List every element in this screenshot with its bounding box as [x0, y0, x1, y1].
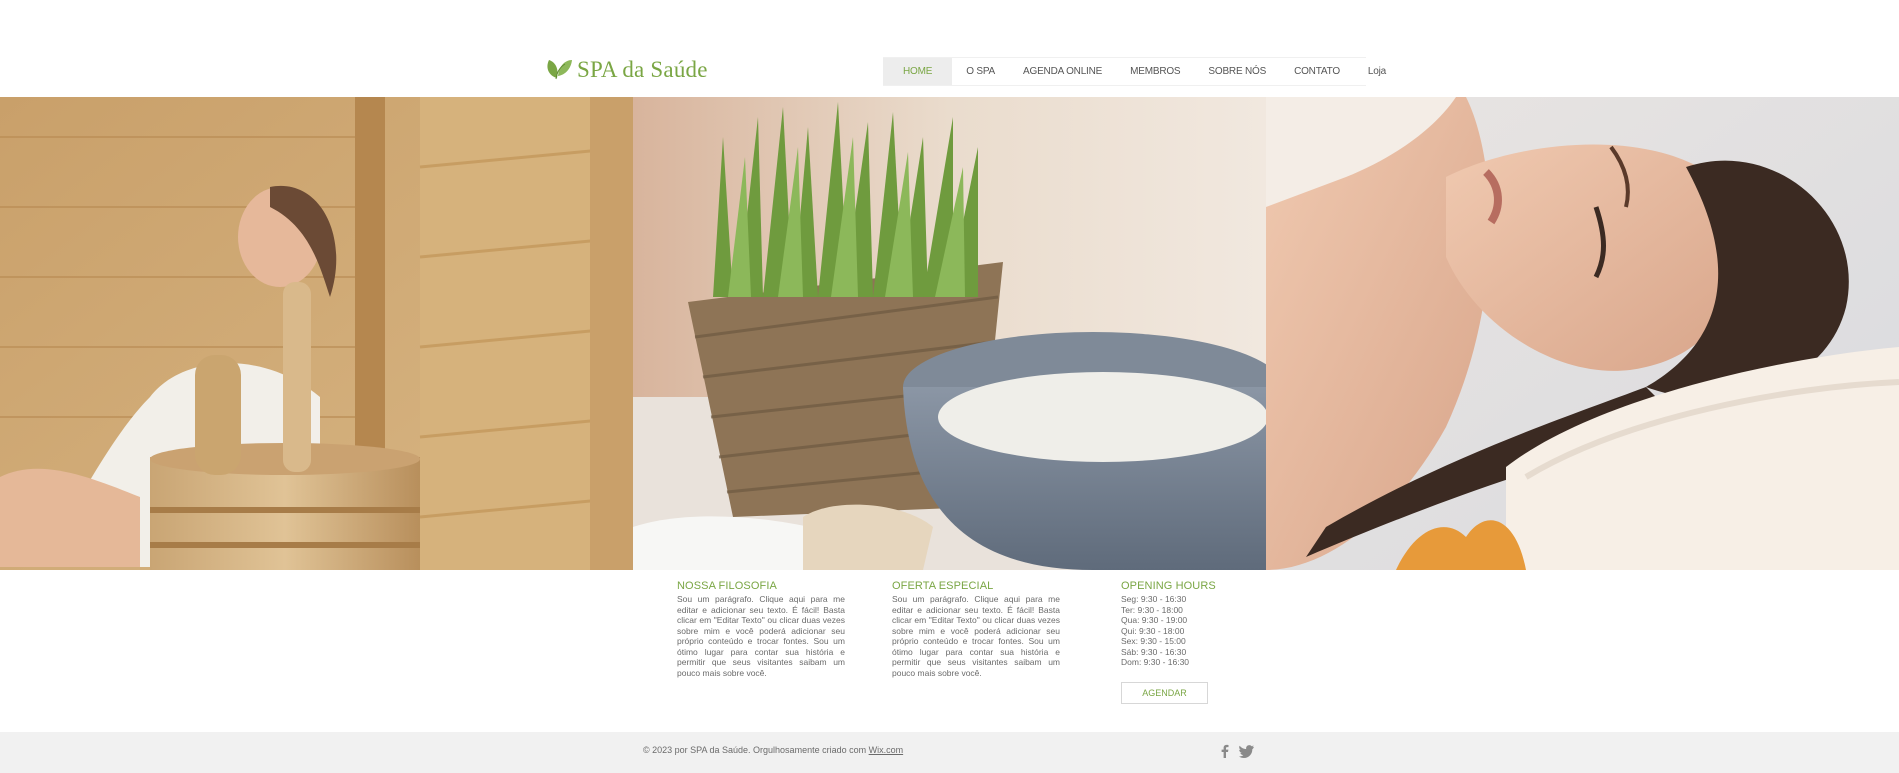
- nav-item-membros[interactable]: MEMBROS: [1116, 58, 1194, 85]
- nav-item-contato[interactable]: CONTATO: [1280, 58, 1354, 85]
- offer-text: Sou um parágrafo. Clique aqui para me ed…: [892, 594, 1060, 678]
- copyright-text: © 2023 por SPA da Saúde. Orgulhosamente …: [643, 745, 867, 755]
- nav-item-agenda-online[interactable]: AGENDA ONLINE: [1009, 58, 1116, 85]
- leaf-icon: [543, 52, 573, 87]
- copyright: © 2023 por SPA da Saúde. Orgulhosamente …: [643, 745, 903, 755]
- philosophy-section: NOSSA FILOSOFIA Sou um parágrafo. Clique…: [677, 580, 845, 678]
- hours-line: Seg: 9:30 - 16:30: [1121, 594, 1187, 604]
- hours-list: Seg: 9:30 - 16:30 Ter: 9:30 - 18:00 Qua:…: [1121, 594, 1289, 668]
- hours-line: Qua: 9:30 - 19:00: [1121, 615, 1188, 625]
- social-bar: [1219, 744, 1254, 758]
- wheatgrass-bowl-image: [633, 97, 1266, 570]
- philosophy-text: Sou um parágrafo. Clique aqui para me ed…: [677, 594, 845, 678]
- hours-line: Sáb: 9:30 - 16:30: [1121, 646, 1187, 657]
- hero-gallery: [0, 97, 1899, 570]
- nav-item-o-spa[interactable]: O SPA: [952, 58, 1009, 85]
- site-title: SPA da Saúde: [577, 56, 708, 82]
- hours-line: Dom: 9:30 - 16:30: [1121, 657, 1190, 667]
- footer: © 2023 por SPA da Saúde. Orgulhosamente …: [0, 732, 1899, 773]
- nav-item-loja[interactable]: Loja: [1354, 58, 1400, 85]
- site-logo[interactable]: SPA da Saúde: [543, 52, 708, 87]
- sauna-image: [0, 97, 633, 570]
- twitter-icon[interactable]: [1239, 744, 1254, 758]
- offer-section: OFERTA ESPECIAL Sou um parágrafo. Clique…: [892, 580, 1060, 678]
- nav-item-sobre-nos[interactable]: SOBRE NÓS: [1194, 58, 1280, 85]
- relaxing-woman-image: [1266, 97, 1899, 570]
- wix-link[interactable]: Wix.com: [869, 745, 904, 755]
- nav-item-home[interactable]: HOME: [883, 58, 953, 85]
- philosophy-title: NOSSA FILOSOFIA: [677, 580, 777, 592]
- facebook-icon[interactable]: [1219, 744, 1231, 758]
- hours-line: Qui: 9:30 - 18:00: [1121, 625, 1185, 636]
- hours-line: Ter: 9:30 - 18:00: [1121, 604, 1183, 615]
- hours-line: Sex: 9:30 - 15:00: [1121, 636, 1186, 646]
- offer-title: OFERTA ESPECIAL: [892, 580, 994, 592]
- hours-title: OPENING HOURS: [1121, 580, 1216, 592]
- main-nav: HOME O SPA AGENDA ONLINE MEMBROS SOBRE N…: [883, 57, 1386, 86]
- book-button[interactable]: AGENDAR: [1121, 682, 1208, 704]
- page: SPA da Saúde HOME O SPA AGENDA ONLINE ME…: [0, 0, 1899, 773]
- hours-section: OPENING HOURS Seg: 9:30 - 16:30 Ter: 9:3…: [1121, 580, 1289, 668]
